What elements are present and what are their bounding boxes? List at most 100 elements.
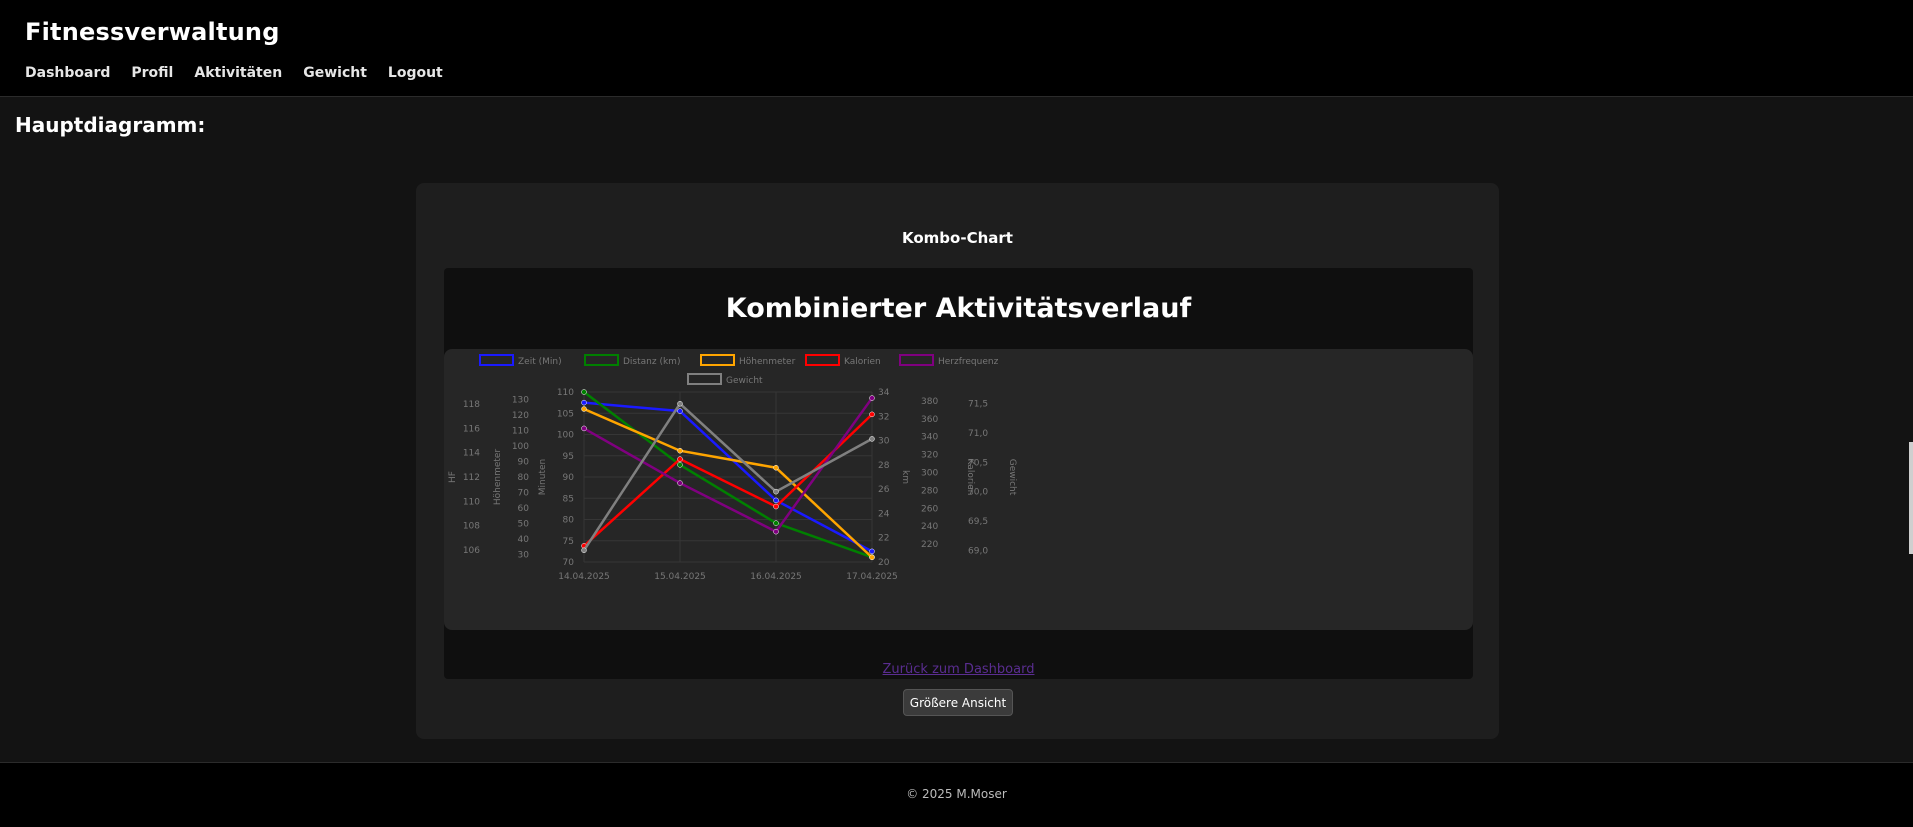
y-tick-label-km: 20	[878, 558, 890, 568]
data-point	[677, 462, 683, 468]
data-point	[677, 480, 683, 486]
data-point	[773, 503, 779, 510]
footer: © 2025 M.Moser	[0, 762, 1913, 827]
y-tick-label-km: 30	[878, 437, 890, 447]
main-nav: Dashboard Profil Aktivitäten Gewicht Log…	[25, 65, 443, 81]
y-tick-label-gew: 70,5	[968, 458, 988, 468]
y-tick-label-hm: 40	[518, 535, 530, 545]
legend-label: Höhenmeter	[739, 357, 796, 367]
y-tick-label-km: 28	[878, 461, 890, 471]
y-tick-label-kal: 360	[921, 415, 938, 425]
data-point	[581, 547, 587, 554]
x-tick-label: 14.04.2025	[558, 572, 610, 582]
axis-label-km: km	[900, 470, 910, 484]
y-tick-label-hm: 110	[512, 427, 529, 437]
y-tick-label-hm: 30	[518, 550, 530, 560]
y-tick-label-hm: 80	[518, 473, 530, 483]
y-tick-label-kal: 240	[921, 522, 938, 532]
data-point	[677, 447, 683, 454]
y-tick-label-km: 34	[878, 388, 890, 398]
y-tick-label-kal: 300	[921, 469, 938, 479]
combo-chart: 14.04.2025 15.04.2025 16.04.2025 17.04.2025…	[444, 349, 1473, 630]
legend-swatch	[899, 354, 934, 366]
y-tick-label-hf: 106	[463, 546, 480, 556]
data-point	[869, 436, 875, 442]
scrollbar-thumb[interactable]	[1909, 442, 1913, 554]
y-tick-label-gew: 71,0	[968, 429, 988, 439]
y-tick-label-km: 26	[878, 485, 890, 495]
data-point	[773, 464, 779, 471]
nav-dashboard[interactable]: Dashboard	[25, 65, 110, 81]
y-tick-label-hm: 90	[518, 458, 530, 468]
data-point	[869, 554, 875, 561]
data-point	[581, 399, 587, 406]
y-tick-label-km: 22	[878, 534, 889, 544]
data-point	[773, 497, 779, 504]
axis-label-hm: Höhenmeter	[493, 449, 503, 506]
data-point	[869, 548, 875, 555]
y-tick-label-kal: 220	[921, 540, 938, 550]
y-tick-label-gew: 71,5	[968, 400, 988, 410]
data-point	[773, 528, 779, 535]
legend-label: Herzfrequenz	[938, 357, 999, 367]
y-tick-label-gew: 69,0	[968, 546, 988, 556]
y-tick-label-hm: 100	[512, 442, 529, 452]
legend-swatch	[700, 354, 735, 366]
legend-swatch	[479, 354, 514, 366]
y-tick-label-min: 70	[563, 558, 575, 568]
y-tick-label-hm: 70	[518, 488, 530, 498]
nav-profil[interactable]: Profil	[131, 65, 173, 81]
y-tick-label-hf: 118	[463, 400, 480, 410]
back-to-dashboard-link[interactable]: Zurück zum Dashboard	[444, 662, 1473, 677]
data-point	[773, 520, 779, 526]
series-line	[583, 397, 874, 534]
y-tick-label-kal: 260	[921, 504, 938, 514]
legend-label: Distanz (km)	[623, 357, 680, 367]
data-point	[581, 389, 587, 395]
axis-label-gew: Gewicht	[1007, 459, 1017, 496]
y-tick-label-min: 85	[563, 494, 574, 504]
data-point	[869, 395, 875, 401]
data-point	[677, 456, 683, 462]
data-point	[677, 400, 683, 407]
legend-label: Kalorien	[844, 357, 881, 367]
y-tick-label-hf: 110	[463, 497, 480, 507]
y-tick-label-min: 105	[557, 409, 574, 419]
y-tick-label-km: 24	[878, 509, 890, 519]
legend-swatch	[805, 354, 840, 366]
x-tick-label: 16.04.2025	[750, 572, 802, 582]
x-tick-label: 17.04.2025	[846, 572, 898, 582]
y-tick-label-hf: 112	[463, 473, 480, 483]
y-tick-label-hm: 120	[512, 411, 529, 421]
nav-aktivitaeten[interactable]: Aktivitäten	[194, 65, 282, 81]
y-tick-label-min: 75	[563, 537, 574, 547]
nav-gewicht[interactable]: Gewicht	[303, 65, 367, 81]
y-tick-label-kal: 340	[921, 433, 938, 443]
data-point	[869, 411, 875, 418]
series-line	[583, 391, 873, 559]
brand-title[interactable]: Fitnessverwaltung	[25, 18, 280, 46]
legend-swatch	[584, 354, 619, 366]
combo-chart-svg: 14.04.2025 15.04.2025 16.04.2025 17.04.2025…	[448, 354, 1017, 582]
y-tick-label-min: 110	[557, 388, 574, 398]
legend-label: Zeit (Min)	[518, 357, 562, 367]
y-tick-label-hf: 108	[463, 522, 480, 532]
data-point	[581, 406, 587, 412]
y-tick-label-hf: 114	[463, 449, 480, 459]
y-tick-label-gew: 70,0	[968, 488, 988, 498]
footer-copyright: © 2025 M.Moser	[906, 787, 1007, 801]
y-tick-label-km: 32	[878, 412, 889, 422]
y-tick-label-kal: 380	[921, 397, 938, 407]
y-tick-label-kal: 280	[921, 486, 938, 496]
chart-card: Kombo-Chart Kombinierter Aktivitätsverla…	[416, 183, 1499, 739]
data-point	[677, 408, 683, 414]
y-tick-label-hm: 130	[512, 396, 529, 406]
bigger-view-button[interactable]: Größere Ansicht	[903, 689, 1013, 716]
data-point	[581, 425, 587, 432]
y-tick-label-min: 95	[563, 452, 574, 462]
nav-logout[interactable]: Logout	[388, 65, 443, 81]
y-tick-label-min: 100	[557, 431, 574, 441]
y-tick-label-kal: 320	[921, 451, 938, 461]
y-tick-label-gew: 69,5	[968, 517, 988, 527]
y-tick-label-hm: 50	[518, 519, 530, 529]
